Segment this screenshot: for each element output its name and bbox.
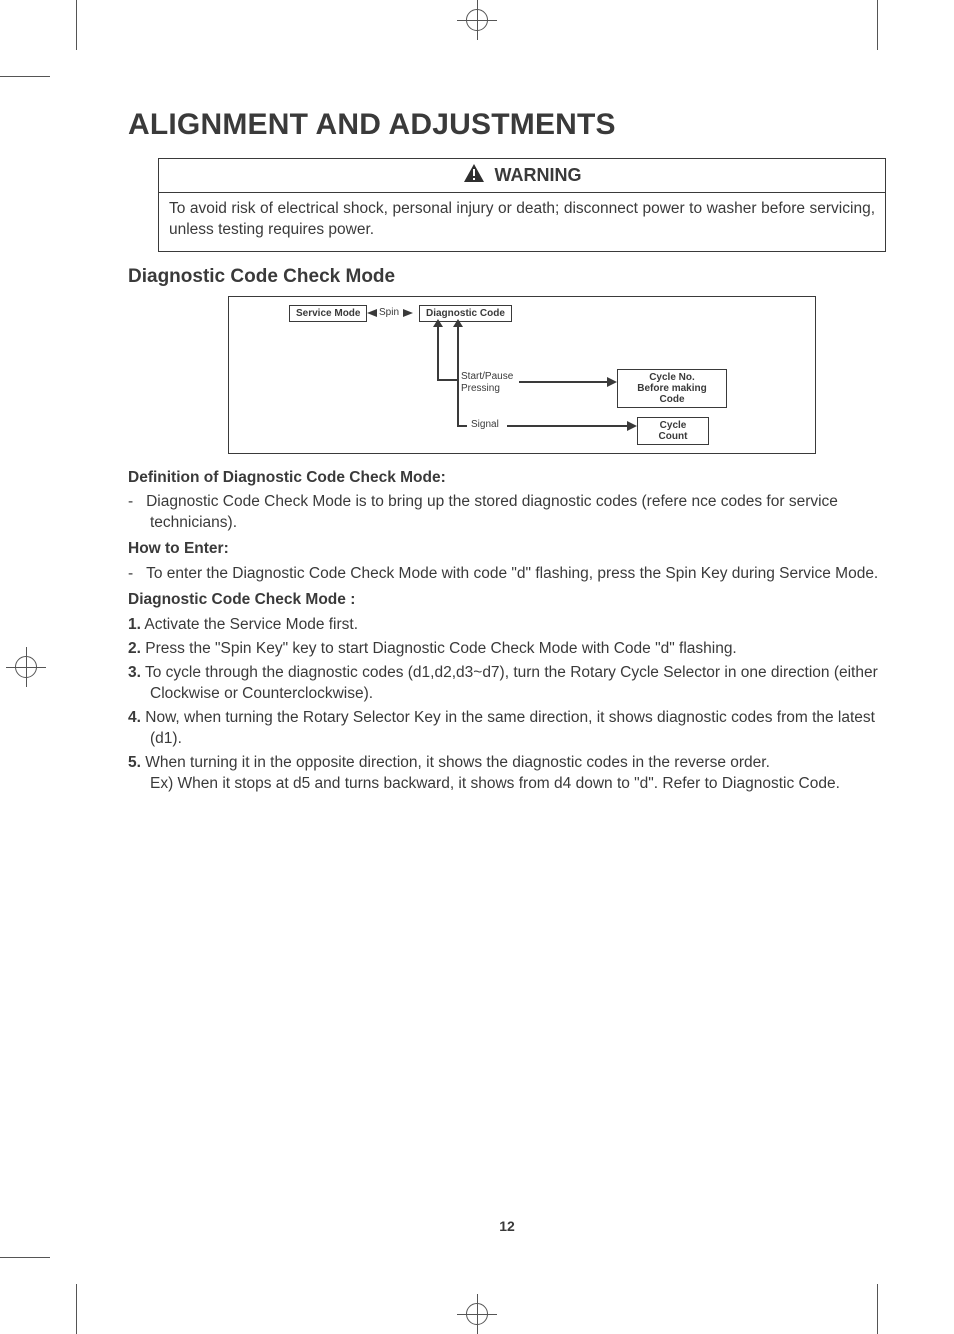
diagram-start-pause: Start/Pause	[461, 371, 513, 382]
step-1: 1. Activate the Service Mode first.	[128, 615, 886, 635]
diagram: Service Mode Spin Diagnostic Code Start/…	[228, 296, 816, 454]
arrow-right-icon	[607, 377, 617, 387]
diagram-before-making: Before making Code	[624, 383, 720, 405]
crop-mark	[76, 0, 77, 50]
diagram-line	[457, 321, 459, 425]
definition-heading: Definition of Diagnostic Code Check Mode…	[128, 468, 886, 488]
step-5: 5. When turning it in the opposite direc…	[128, 753, 886, 773]
warning-text: To avoid risk of electrical shock, perso…	[159, 193, 885, 251]
diagram-service-mode: Service Mode	[289, 305, 367, 322]
step-3: 3. To cycle through the diagnostic codes…	[128, 663, 886, 704]
registration-mark	[6, 647, 46, 687]
step-2: 2. Press the "Spin Key" key to start Dia…	[128, 639, 886, 659]
warning-box: WARNING To avoid risk of electrical shoc…	[158, 158, 886, 252]
crop-mark	[877, 1284, 878, 1334]
arrow-up-icon	[453, 319, 463, 327]
arrow-right-icon	[403, 309, 413, 317]
page-number: 12	[128, 1218, 886, 1234]
diagram-line	[507, 425, 629, 427]
diagram-signal: Signal	[471, 419, 499, 430]
arrow-right-icon	[627, 421, 637, 431]
mode-heading: Diagnostic Code Check Mode :	[128, 590, 886, 610]
definition-text: Diagnostic Code Check Mode is to bring u…	[146, 493, 838, 530]
diagram-line	[457, 425, 467, 427]
arrow-up-icon	[433, 319, 443, 327]
diagram-cycle-count: Cycle Count	[637, 417, 709, 445]
step-5b: Ex) When it stops at d5 and turns backwa…	[128, 774, 886, 794]
diagram-line	[437, 379, 457, 381]
howto-text: To enter the Diagnostic Code Check Mode …	[146, 565, 878, 582]
warning-icon	[463, 163, 485, 188]
warning-label: WARNING	[495, 165, 582, 186]
diagram-spin-label: Spin	[379, 307, 399, 318]
crop-mark	[76, 1284, 77, 1334]
list-item: - To enter the Diagnostic Code Check Mod…	[128, 564, 886, 584]
arrow-left-icon	[367, 309, 377, 317]
body-content: Definition of Diagnostic Code Check Mode…	[128, 468, 886, 794]
section-heading: Diagnostic Code Check Mode	[128, 266, 886, 288]
howto-heading: How to Enter:	[128, 539, 886, 559]
crop-mark	[0, 76, 50, 77]
warning-header: WARNING	[159, 159, 885, 193]
diagram-cycle-no-box: Cycle No. Before making Code	[617, 369, 727, 408]
diagram-cycle-no: Cycle No.	[624, 372, 720, 383]
diagram-line	[519, 381, 609, 383]
step-4: 4. Now, when turning the Rotary Selector…	[128, 708, 886, 749]
registration-mark	[457, 0, 497, 40]
diagram-pressing: Pressing	[461, 383, 500, 394]
page-title: ALIGNMENT AND ADJUSTMENTS	[128, 108, 886, 142]
list-item: - Diagnostic Code Check Mode is to bring…	[128, 492, 886, 533]
diagram-line	[437, 321, 439, 379]
registration-mark	[457, 1294, 497, 1334]
crop-mark	[877, 0, 878, 50]
crop-mark	[0, 1257, 50, 1258]
